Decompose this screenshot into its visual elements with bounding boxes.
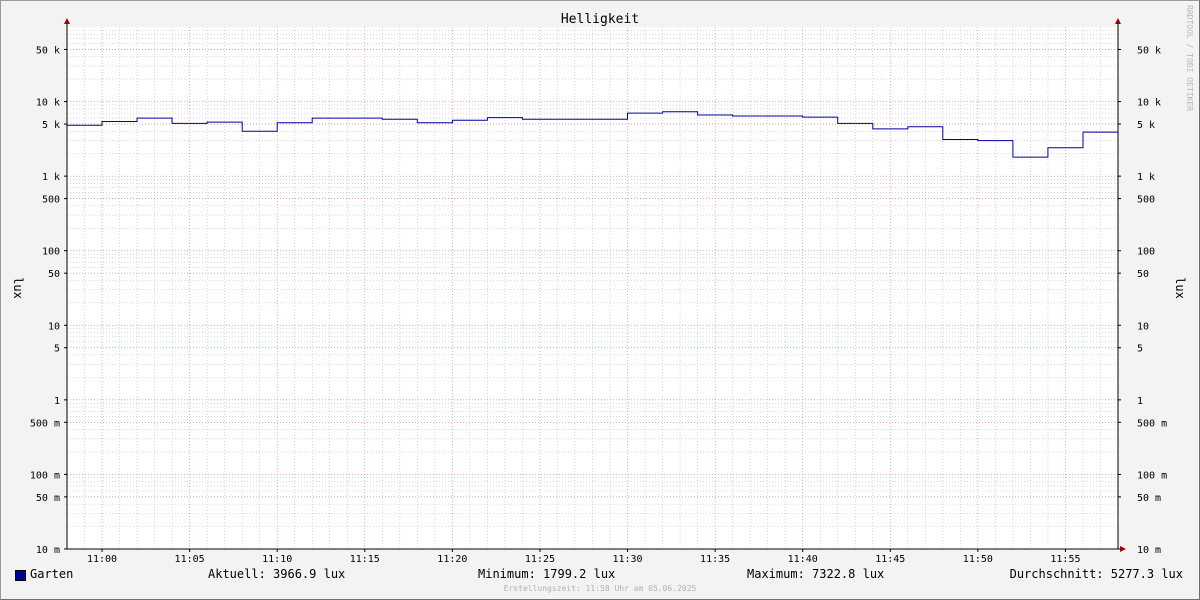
y-tick-label: 10 m xyxy=(36,545,60,556)
y-tick-label: 5 xyxy=(1137,344,1143,355)
y-tick-labels-left: 50 k 10 k 5 k 1 k 500 100 50 10 5 1 500 m 100 m 50 m… xyxy=(30,45,60,556)
y-tick-label: 50 k xyxy=(1137,45,1161,56)
y-tick-label: 1 xyxy=(1137,396,1143,407)
y-tick-label: 100 m xyxy=(1137,470,1167,481)
y-tick-label: 10 m xyxy=(1137,545,1161,556)
y-axis-arrow-right xyxy=(1115,18,1121,24)
y-tick-label: 50 xyxy=(48,269,60,280)
y-tick-label: 1 xyxy=(54,396,60,407)
brightness-chart: 50 k 10 k 5 k 1 k 500 100 50 10 5 1 500 m 100 m 50 m… xyxy=(11,5,1194,565)
y-tick-label: 50 m xyxy=(36,493,60,504)
y-tick-label: 1 k xyxy=(1137,172,1155,183)
x-tick-label: 11:40 xyxy=(788,554,818,565)
legend-current: Aktuell: 3966.9 lux xyxy=(208,567,346,581)
y-tick-label: 500 xyxy=(1137,195,1155,206)
y-tick-label: 10 k xyxy=(1137,98,1161,109)
y-tick-label: 50 m xyxy=(1137,493,1161,504)
y-tick-label: 50 k xyxy=(36,45,60,56)
x-tick-label: 11:15 xyxy=(350,554,380,565)
x-tick-label: 11:50 xyxy=(963,554,993,565)
y-tick-label: 100 xyxy=(42,247,60,258)
chart-title: Helligkeit xyxy=(561,12,639,27)
y-tick-label: 10 xyxy=(48,321,60,332)
legend-average: Durchschnitt: 5277.3 lux xyxy=(1009,567,1183,581)
x-tick-label: 11:20 xyxy=(437,554,467,565)
x-tick-label: 11:25 xyxy=(525,554,555,565)
legend-series-name: Garten xyxy=(30,567,74,581)
rrdtool-watermark: RRDTOOL / TOBI OETIKER xyxy=(1185,5,1194,111)
x-tick-label: 11:30 xyxy=(612,554,642,565)
y-tick-label: 5 k xyxy=(1137,120,1155,131)
y-tick-label: 50 xyxy=(1137,269,1149,280)
x-tick-label: 11:05 xyxy=(175,554,205,565)
y-tick-label: 500 m xyxy=(30,418,60,429)
creation-timestamp: Erstellungszeit: 11:58 Uhr am 05.06.2025 xyxy=(503,584,697,593)
y-tick-label: 5 k xyxy=(42,120,60,131)
y-tick-label: 1 k xyxy=(42,172,60,183)
x-tick-label: 11:10 xyxy=(262,554,292,565)
x-tick-label: 11:00 xyxy=(87,554,117,565)
y-axis-label-right: lux xyxy=(1173,277,1187,299)
x-tick-label: 11:35 xyxy=(700,554,730,565)
y-tick-label: 100 xyxy=(1137,247,1155,258)
y-axis-label-left: lux xyxy=(11,277,25,299)
y-tick-label: 10 xyxy=(1137,321,1149,332)
y-axis-arrow-left xyxy=(64,18,70,24)
y-tick-label: 10 k xyxy=(36,98,60,109)
y-tick-label: 5 xyxy=(54,344,60,355)
x-tick-label: 11:55 xyxy=(1050,554,1080,565)
y-tick-label: 500 m xyxy=(1137,418,1167,429)
legend-maximum: Maximum: 7322.8 lux xyxy=(747,567,885,581)
x-axis-arrow xyxy=(1120,546,1126,552)
legend-minimum: Minimum: 1799.2 lux xyxy=(478,567,616,581)
y-tick-label: 100 m xyxy=(30,470,60,481)
x-tick-labels: 11:00 11:05 11:10 11:15 11:20 11:25 11:30 11:35… xyxy=(87,554,1081,565)
legend-swatch-garten xyxy=(15,570,26,581)
y-tick-labels-right: 50 k 10 k 5 k 1 k 500 100 50 10 5 1 500 m 100 m 50 m… xyxy=(1137,45,1167,556)
x-tick-label: 11:45 xyxy=(875,554,905,565)
y-tick-label: 500 xyxy=(42,195,60,206)
